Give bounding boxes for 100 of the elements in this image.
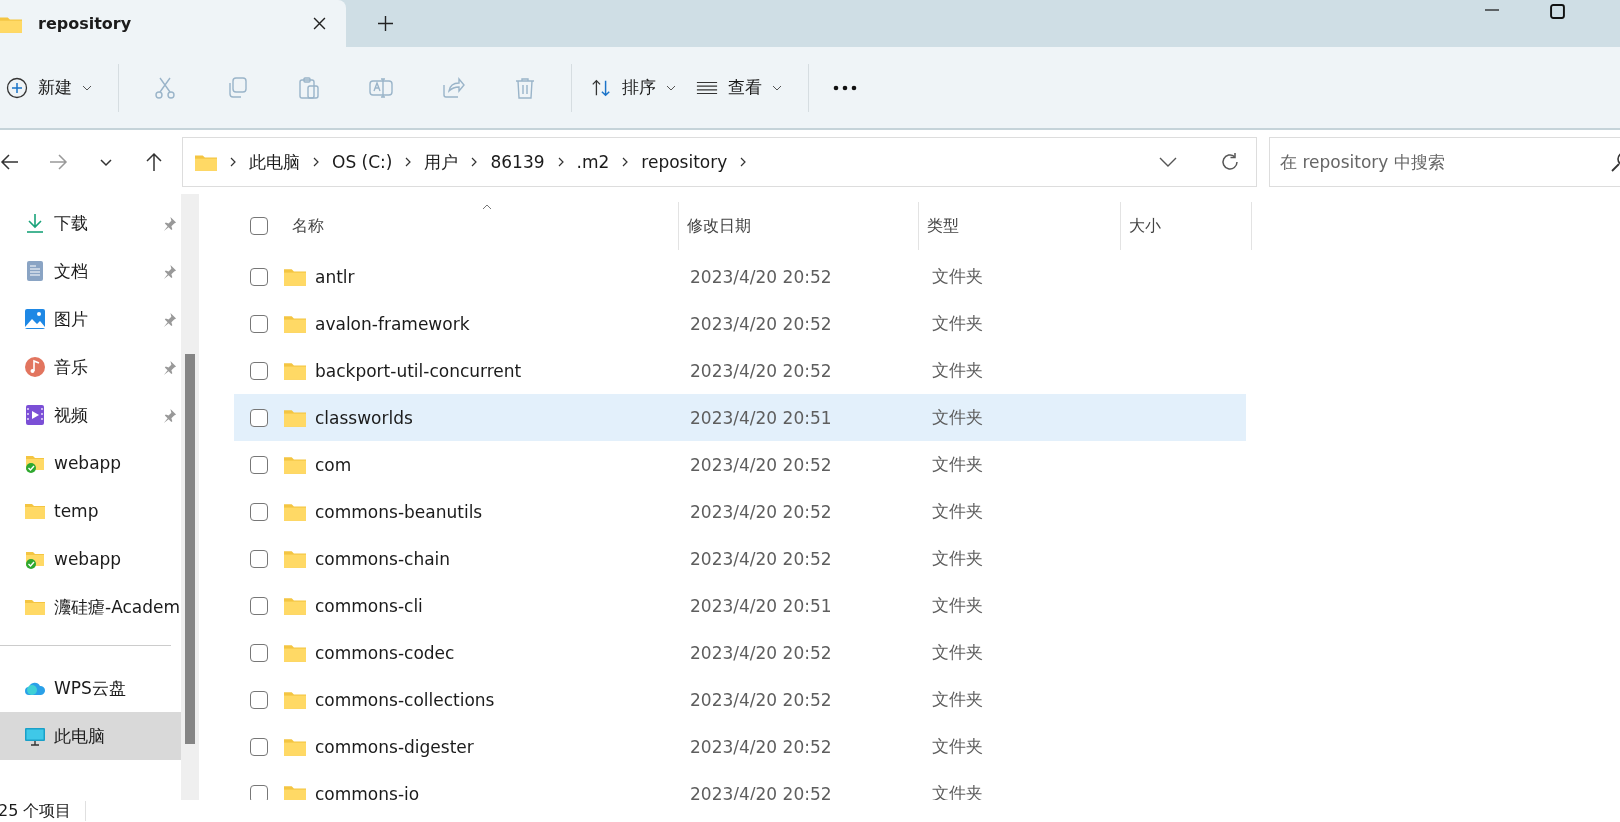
breadcrumb[interactable]: 86139 xyxy=(490,152,545,172)
row-checkbox[interactable] xyxy=(250,737,268,756)
row-checkbox[interactable] xyxy=(250,643,268,662)
column-header[interactable]: 大小 xyxy=(1120,202,1252,250)
column-header[interactable]: 类型 xyxy=(919,202,1121,250)
sidebar-item[interactable]: 此电脑 xyxy=(0,712,181,760)
folder-icon xyxy=(284,361,306,380)
sidebar-item[interactable]: 下载 xyxy=(0,199,181,247)
up-arrow-icon[interactable] xyxy=(144,152,164,172)
row-checkbox[interactable] xyxy=(250,361,268,380)
file-type: 文件夹 xyxy=(932,688,983,711)
chevron-right-icon xyxy=(557,157,564,167)
close-icon[interactable] xyxy=(313,17,326,30)
row-checkbox[interactable] xyxy=(250,408,268,427)
breadcrumb[interactable]: OS (C:) xyxy=(332,152,393,172)
file-row[interactable]: backport-util-concurrent 2023/4/20 20:52 文件夹 xyxy=(234,347,1246,394)
sidebar-item[interactable]: temp xyxy=(0,487,181,535)
file-row[interactable]: commons-beanutils 2023/4/20 20:52 文件夹 xyxy=(234,488,1246,535)
sidebar-item[interactable]: 音乐 xyxy=(0,343,181,391)
row-checkbox[interactable] xyxy=(250,549,268,568)
file-name: com xyxy=(315,454,352,475)
row-checkbox[interactable] xyxy=(250,690,268,709)
folder-icon xyxy=(284,455,306,474)
sidebar-item[interactable]: webapp xyxy=(0,535,181,583)
maximize-icon[interactable] xyxy=(1550,4,1565,19)
modified-date: 2023/4/20 20:52 xyxy=(690,454,832,475)
column-label: 名称 xyxy=(292,215,324,237)
breadcrumb[interactable]: repository xyxy=(641,152,728,172)
row-checkbox[interactable] xyxy=(250,596,268,615)
select-all-checkbox[interactable] xyxy=(250,217,268,235)
sort-button[interactable]: 排序 xyxy=(586,70,690,105)
breadcrumb[interactable]: 用户 xyxy=(424,150,459,174)
file-row[interactable]: commons-collections 2023/4/20 20:52 文件夹 xyxy=(234,676,1246,723)
folder-icon xyxy=(284,690,306,709)
scrollbar-thumb[interactable] xyxy=(185,354,195,744)
tab-title: repository xyxy=(38,14,133,33)
sidebar-item-label: 此电脑 xyxy=(54,724,106,748)
monitor-icon xyxy=(24,725,46,747)
file-name: backport-util-concurrent xyxy=(315,360,522,381)
sidebar-item-label: temp xyxy=(54,501,100,521)
folder-icon xyxy=(284,596,306,615)
music-note-icon xyxy=(24,356,46,378)
sidebar-item[interactable]: webapp xyxy=(0,439,181,487)
sidebar-item-label: webapp xyxy=(54,549,123,569)
row-checkbox[interactable] xyxy=(250,314,268,333)
modified-date: 2023/4/20 20:52 xyxy=(690,736,832,757)
search-input[interactable]: 在 repository 中搜索 xyxy=(1270,151,1610,173)
back-icon[interactable] xyxy=(0,152,20,172)
new-tab-icon[interactable] xyxy=(378,16,393,31)
file-row[interactable]: antlr 2023/4/20 20:52 文件夹 xyxy=(234,253,1246,300)
file-row[interactable]: commons-digester 2023/4/20 20:52 文件夹 xyxy=(234,723,1246,770)
breadcrumb[interactable]: .m2 xyxy=(576,152,610,172)
view-button[interactable]: 查看 xyxy=(692,70,796,105)
sidebar-item[interactable]: 灋硅瘧-Academ xyxy=(0,583,181,631)
folder-icon xyxy=(284,314,306,333)
row-checkbox[interactable] xyxy=(250,455,268,474)
file-row[interactable]: commons-cli 2023/4/20 20:51 文件夹 xyxy=(234,582,1246,629)
sidebar-item[interactable]: 视频 xyxy=(0,391,181,439)
modified-date: 2023/4/20 20:51 xyxy=(690,595,832,616)
sidebar-item[interactable]: 图片 xyxy=(0,295,181,343)
file-row[interactable]: classworlds 2023/4/20 20:51 文件夹 xyxy=(234,394,1246,441)
new-button[interactable]: 新建 xyxy=(2,70,106,105)
modified-date: 2023/4/20 20:52 xyxy=(690,266,832,287)
file-type: 文件夹 xyxy=(932,453,983,476)
file-row[interactable]: commons-codec 2023/4/20 20:52 文件夹 xyxy=(234,629,1246,676)
folder-icon xyxy=(284,549,306,568)
row-checkbox[interactable] xyxy=(250,784,268,800)
file-type: 文件夹 xyxy=(932,500,983,523)
breadcrumb[interactable]: 此电脑 xyxy=(249,150,300,174)
chevron-right-icon xyxy=(405,157,412,167)
file-name: commons-digester xyxy=(315,736,474,757)
search-field[interactable]: 在 repository 中搜索 xyxy=(1269,137,1620,187)
folder-icon xyxy=(284,408,306,427)
address-bar[interactable]: 此电脑 OS (C:) 用户 86139 .m2 repository xyxy=(182,137,1257,187)
file-type: 文件夹 xyxy=(932,312,983,335)
column-header[interactable]: 修改日期 xyxy=(679,202,920,250)
minimize-icon[interactable] xyxy=(1484,9,1500,11)
refresh-icon[interactable] xyxy=(1220,152,1240,172)
item-count: 25 个项目 xyxy=(0,800,72,822)
file-row[interactable]: avalon-framework 2023/4/20 20:52 文件夹 xyxy=(234,300,1246,347)
sidebar-item[interactable]: 文档 xyxy=(0,247,181,295)
row-checkbox[interactable] xyxy=(250,502,268,521)
folder-icon xyxy=(0,14,22,33)
file-type: 文件夹 xyxy=(932,359,983,382)
sidebar-item[interactable]: WPS云盘 xyxy=(0,664,181,712)
modified-date: 2023/4/20 20:52 xyxy=(690,689,832,710)
chevron-right-icon xyxy=(622,157,629,167)
row-checkbox[interactable] xyxy=(250,267,268,286)
file-row[interactable]: com 2023/4/20 20:52 文件夹 xyxy=(234,441,1246,488)
more-icon[interactable] xyxy=(833,84,857,91)
chevron-right-icon xyxy=(230,157,236,167)
folder-icon xyxy=(284,737,306,756)
file-type: 文件夹 xyxy=(932,406,983,429)
folder-icon xyxy=(284,643,306,662)
search-icon[interactable] xyxy=(1610,152,1620,172)
window-tab[interactable]: repository xyxy=(0,0,346,47)
modified-date: 2023/4/20 20:52 xyxy=(690,501,832,522)
chevron-down-icon[interactable] xyxy=(1159,157,1177,167)
column-header[interactable]: 名称 xyxy=(284,202,680,250)
file-row[interactable]: commons-chain 2023/4/20 20:52 文件夹 xyxy=(234,535,1246,582)
